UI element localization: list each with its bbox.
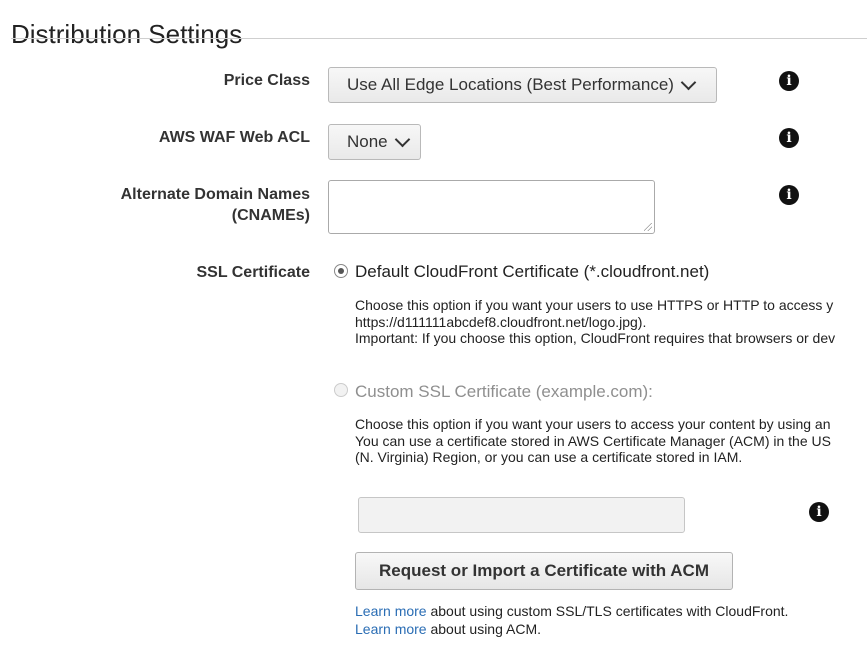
resize-grip-icon[interactable] xyxy=(644,223,652,231)
chevron-down-icon xyxy=(680,74,697,91)
learn-more-acm-suffix: about using ACM. xyxy=(426,621,541,637)
learn-more-ssl-suffix: about using custom SSL/TLS certificates … xyxy=(426,603,789,619)
waf-info-icon[interactable]: i xyxy=(779,128,799,148)
cnames-textarea[interactable] xyxy=(328,180,655,234)
cnames-label-line1: Alternate Domain Names xyxy=(120,186,310,203)
price-class-dropdown[interactable]: Use All Edge Locations (Best Performance… xyxy=(328,67,717,103)
default-certificate-radio[interactable] xyxy=(334,264,348,278)
default-certificate-description: Choose this option if you want your user… xyxy=(355,297,835,347)
page-title: Distribution Settings xyxy=(11,19,243,50)
custom-desc-line2: You can use a certificate stored in AWS … xyxy=(355,432,831,449)
title-divider xyxy=(11,38,867,39)
custom-certificate-description: Choose this option if you want your user… xyxy=(355,416,831,466)
learn-more-acm-link[interactable]: Learn more xyxy=(355,621,427,637)
price-class-value: Use All Edge Locations (Best Performance… xyxy=(347,75,674,94)
custom-certificate-radio[interactable] xyxy=(334,383,348,397)
cnames-label: Alternate Domain Names (CNAMEs) xyxy=(121,184,310,226)
cnames-label-line2: (CNAMEs) xyxy=(231,207,310,224)
chevron-down-icon xyxy=(394,131,410,148)
custom-certificate-info-icon[interactable]: i xyxy=(809,502,829,522)
default-certificate-label[interactable]: Default CloudFront Certificate (*.cloudf… xyxy=(355,262,709,282)
custom-desc-line1: Choose this option if you want your user… xyxy=(355,416,831,432)
default-desc-line1: Choose this option if you want your user… xyxy=(355,297,834,313)
waf-value: None xyxy=(347,132,388,151)
learn-more-acm-text: Learn more about using ACM. xyxy=(355,621,541,637)
custom-desc-line3: (N. Virginia) Region, or you can use a c… xyxy=(355,449,743,465)
learn-more-ssl-text: Learn more about using custom SSL/TLS ce… xyxy=(355,603,788,619)
price-class-label: Price Class xyxy=(223,72,310,89)
request-import-acm-button[interactable]: Request or Import a Certificate with ACM xyxy=(355,552,733,590)
default-desc-line2: https://d111111abcdef8.cloudfront.net/lo… xyxy=(355,313,647,330)
waf-dropdown[interactable]: None xyxy=(328,124,421,160)
custom-certificate-label[interactable]: Custom SSL Certificate (example.com): xyxy=(355,382,653,402)
waf-label: AWS WAF Web ACL xyxy=(158,129,310,146)
price-class-info-icon[interactable]: i xyxy=(779,71,799,91)
custom-certificate-input[interactable] xyxy=(358,497,685,533)
cnames-info-icon[interactable]: i xyxy=(779,185,799,205)
default-desc-line3: Important: If you choose this option, Cl… xyxy=(355,330,836,346)
ssl-certificate-label: SSL Certificate xyxy=(196,264,310,281)
learn-more-ssl-link[interactable]: Learn more xyxy=(355,603,427,619)
